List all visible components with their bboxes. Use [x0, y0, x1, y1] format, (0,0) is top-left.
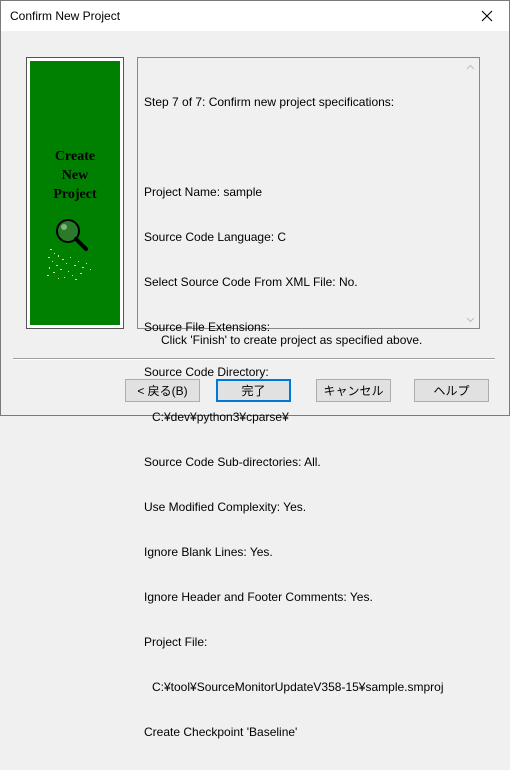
finish-instruction: Click 'Finish' to create project as spec… — [161, 333, 423, 347]
button-divider — [13, 358, 495, 360]
chevron-down-icon — [466, 317, 475, 322]
side-caption-line-2: New — [61, 168, 89, 183]
summary-line: Source Code Sub-directories: All. — [144, 455, 321, 469]
title-bar: Confirm New Project — [1, 1, 509, 31]
side-caption-line-3: Project — [53, 187, 97, 202]
side-caption-line-1: Create — [54, 149, 96, 164]
close-icon — [481, 10, 493, 22]
project-summary-box[interactable]: Step 7 of 7: Confirm new project specifi… — [137, 57, 480, 739]
chevron-up-icon — [466, 64, 475, 69]
summary-line: Step 7 of 7: Confirm new project specifi… — [144, 95, 395, 109]
summary-line: Ignore Blank Lines: Yes. — [144, 545, 273, 559]
summary-line: Select Source Code From XML File: No. — [144, 275, 358, 289]
magnifier-icon — [47, 219, 91, 280]
help-button[interactable]: ヘルプ — [414, 379, 489, 402]
cancel-button[interactable]: キャンセル — [316, 379, 391, 402]
project-summary-text: Step 7 of 7: Confirm new project specifi… — [144, 65, 457, 770]
finish-button[interactable]: 完了 — [216, 379, 291, 402]
scroll-down-button[interactable] — [462, 311, 479, 328]
summary-line: Source Code Directory: — [144, 365, 269, 379]
close-button[interactable] — [465, 1, 509, 31]
summary-line: Use Modified Complexity: Yes. — [144, 500, 307, 514]
summary-line: Source Code Language: C — [144, 230, 287, 244]
wizard-side-image: Create New Project — [26, 57, 124, 329]
side-image-background: Create New Project — [30, 61, 120, 325]
summary-line: Project Name: sample — [144, 185, 263, 199]
summary-line: Create Checkpoint 'Baseline' — [144, 725, 298, 739]
side-image-caption: Create New Project — [30, 147, 120, 204]
summary-line: Project File: — [144, 635, 208, 649]
summary-line: Ignore Header and Footer Comments: Yes. — [144, 590, 373, 604]
window-title: Confirm New Project — [10, 9, 121, 23]
summary-line: C:¥dev¥python3¥cparse¥ — [152, 410, 289, 424]
confirm-dialog: Confirm New Project Create New Project S… — [0, 0, 510, 739]
vertical-scrollbar[interactable] — [462, 58, 479, 328]
summary-line: C:¥tool¥SourceMonitorUpdateV358-15¥sampl… — [152, 680, 444, 694]
back-button[interactable]: < 戻る(B) — [125, 379, 200, 402]
scroll-up-button[interactable] — [462, 58, 479, 75]
summary-line — [144, 140, 457, 155]
